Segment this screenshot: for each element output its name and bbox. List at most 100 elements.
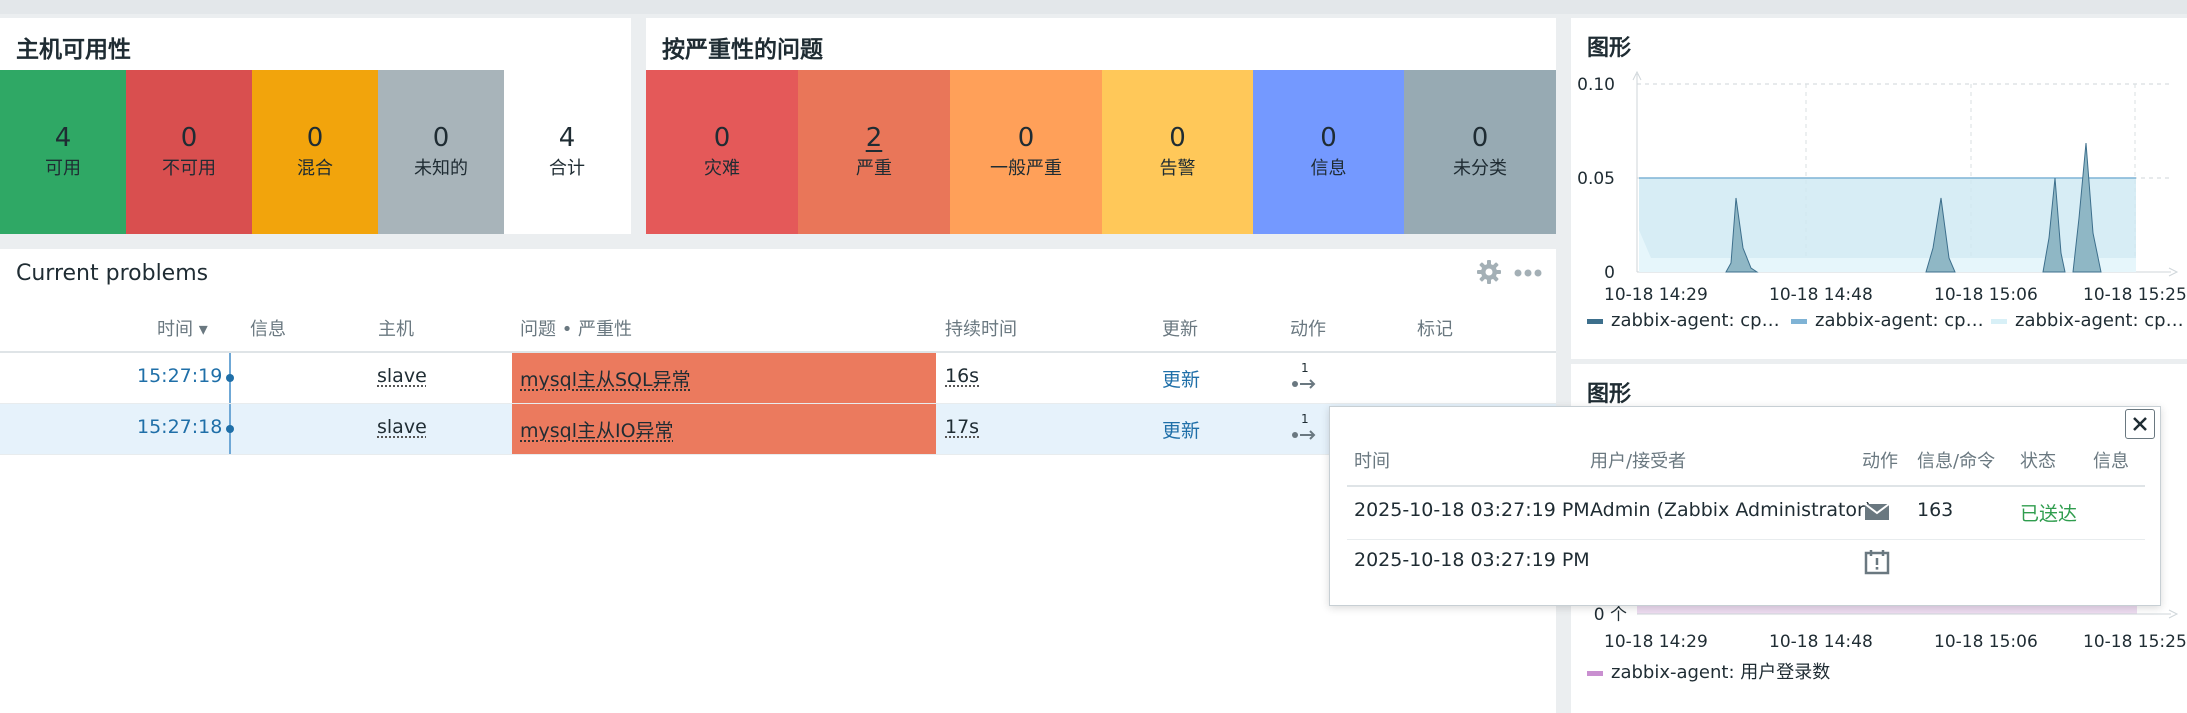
legend-item[interactable]: zabbix-agent: cp… bbox=[1991, 310, 2184, 331]
top-strip bbox=[0, 0, 2187, 14]
x-tick: 10-18 15:06 bbox=[1934, 285, 2038, 305]
close-button[interactable] bbox=[2125, 409, 2155, 439]
problem-link[interactable]: mysql主从IO异常 bbox=[520, 416, 674, 443]
column-info: 信息 bbox=[250, 319, 286, 340]
actions-button[interactable]: 1 bbox=[1290, 361, 1320, 395]
tile-value[interactable]: 2 bbox=[866, 122, 883, 154]
popup-row-status: 已送达 bbox=[2020, 503, 2078, 525]
popup-row-time: 2025-10-18 03:27:19 PM bbox=[1354, 549, 1590, 571]
host-link[interactable]: slave bbox=[377, 416, 427, 438]
tile-average[interactable]: 0 一般严重 bbox=[950, 70, 1102, 234]
graph-widget-cpu: 图形 0.10 0.05 0 10-18 14:29 10-18 14:48 1… bbox=[1571, 18, 2187, 359]
legend-swatch bbox=[1991, 318, 2007, 324]
x-tick: 10-18 15:06 bbox=[1934, 632, 2038, 652]
envelope-icon bbox=[1864, 503, 1890, 520]
popup-column-info: 信息 bbox=[2093, 451, 2129, 472]
tile-value: 0 bbox=[432, 123, 450, 153]
tile-value: 0 bbox=[1320, 123, 1337, 153]
duration-link[interactable]: 16s bbox=[945, 365, 979, 387]
legend-item[interactable]: zabbix-agent: 用户登录数 bbox=[1587, 658, 1830, 684]
table-row: 15:27:18 slave mysql主从IO异常 17s 更新 1 bbox=[0, 404, 1556, 455]
problem-link[interactable]: mysql主从SQL异常 bbox=[520, 365, 691, 392]
tile-unavailable[interactable]: 0 不可用 bbox=[126, 70, 252, 234]
column-duration: 持续时间 bbox=[945, 319, 1017, 340]
kebab-menu-icon[interactable] bbox=[1514, 269, 1542, 277]
actions-button[interactable]: 1 bbox=[1290, 412, 1320, 446]
actions-popup: 时间 用户/接受者 动作 信息/命令 状态 信息 2025-10-18 03:2… bbox=[1329, 406, 2161, 606]
problem-time-link[interactable]: 15:27:19 bbox=[137, 365, 222, 387]
popup-column-recipient: 用户/接受者 bbox=[1590, 451, 1687, 472]
tile-total[interactable]: 4 合计 bbox=[504, 70, 630, 234]
tile-information[interactable]: 0 信息 bbox=[1253, 70, 1404, 234]
popup-header-divider bbox=[1347, 485, 2145, 487]
popup-row-divider bbox=[1347, 539, 2145, 540]
close-icon bbox=[2133, 417, 2147, 431]
tile-warning[interactable]: 0 告警 bbox=[1102, 70, 1253, 234]
host-link[interactable]: slave bbox=[377, 365, 427, 387]
y-tick: 0 个 bbox=[1594, 605, 1627, 625]
graph-chart[interactable]: 0.10 0.05 0 10-18 14:29 10-18 14:48 10-1… bbox=[1571, 18, 2187, 308]
tile-label: 告警 bbox=[1159, 158, 1196, 179]
legend-swatch bbox=[1587, 670, 1603, 676]
column-update: 更新 bbox=[1162, 319, 1198, 340]
actions-count: 1 bbox=[1301, 361, 1309, 375]
problems-table-header: 时间 ▾ 信息 主机 问题 • 严重性 持续时间 更新 动作 标记 bbox=[0, 301, 1556, 353]
problem-cell: mysql主从IO异常 bbox=[512, 404, 936, 454]
calendar-alert-icon bbox=[1864, 550, 1890, 575]
table-row: 15:27:19 slave mysql主从SQL异常 16s 更新 1 bbox=[0, 353, 1556, 404]
update-link[interactable]: 更新 bbox=[1162, 365, 1200, 392]
legend-label: zabbix-agent: cp… bbox=[1815, 310, 1984, 331]
current-problems-widget: Current problems 时间 ▾ 信息 主机 问题 • 严重性 持续时… bbox=[0, 249, 1556, 713]
tile-value: 0 bbox=[180, 123, 198, 153]
tile-disaster[interactable]: 0 灾难 bbox=[646, 70, 798, 234]
host-availability-widget: 主机可用性 4 可用 0 不可用 0 混合 0 未知的 4 合计 bbox=[0, 18, 631, 234]
tile-label: 合计 bbox=[549, 158, 585, 179]
tile-not-classified[interactable]: 0 未分类 bbox=[1404, 70, 1556, 234]
update-link[interactable]: 更新 bbox=[1162, 416, 1200, 443]
problem-time-link[interactable]: 15:27:18 bbox=[137, 416, 222, 438]
widget-title: Current problems bbox=[16, 261, 209, 286]
legend-item[interactable]: zabbix-agent: cp… bbox=[1587, 310, 1780, 331]
column-host[interactable]: 主机 bbox=[378, 315, 414, 341]
problem-cell: mysql主从SQL异常 bbox=[512, 353, 936, 403]
widget-title: 按严重性的问题 bbox=[662, 37, 823, 63]
popup-row-message: 163 bbox=[1917, 499, 1954, 521]
popup-row-time: 2025-10-18 03:27:19 PM bbox=[1354, 499, 1590, 521]
y-tick: 0.10 bbox=[1577, 75, 1615, 95]
tile-label: 一般严重 bbox=[990, 158, 1062, 179]
tile-value: 4 bbox=[558, 123, 576, 153]
tile-label: 严重 bbox=[856, 158, 892, 179]
tile-value: 0 bbox=[1017, 123, 1035, 153]
tile-label: 可用 bbox=[45, 158, 81, 179]
column-time[interactable]: 时间 ▾ bbox=[157, 315, 208, 341]
tile-mixed[interactable]: 0 混合 bbox=[252, 70, 378, 234]
popup-row-recipient: Admin (Zabbix Administrator) bbox=[1590, 499, 1873, 521]
x-tick: 10-18 15:25 bbox=[2083, 632, 2187, 652]
timeline-dot bbox=[226, 425, 234, 433]
popup-column-action: 动作 bbox=[1862, 451, 1898, 472]
timeline-dot bbox=[226, 374, 234, 382]
tile-value: 0 bbox=[1471, 123, 1489, 153]
tile-label: 不可用 bbox=[162, 158, 216, 179]
legend-label: zabbix-agent: cp… bbox=[1611, 310, 1780, 331]
column-label: 时间 bbox=[157, 319, 193, 340]
gear-icon[interactable] bbox=[1476, 259, 1502, 285]
problems-by-severity-widget: 按严重性的问题 0 灾难 2 严重 0 一般严重 0 告警 0 信息 0 未分类 bbox=[646, 18, 1556, 234]
y-tick: 0.05 bbox=[1577, 169, 1615, 189]
legend-swatch bbox=[1587, 318, 1603, 324]
popup-column-time: 时间 bbox=[1354, 451, 1390, 472]
tile-value: 0 bbox=[306, 123, 324, 153]
popup-column-status: 状态 bbox=[2020, 451, 2056, 472]
tile-high[interactable]: 2 严重 bbox=[798, 70, 950, 234]
actions-count: 1 bbox=[1301, 412, 1309, 426]
widget-title: 主机可用性 bbox=[16, 37, 131, 63]
tile-unknown[interactable]: 0 未知的 bbox=[378, 70, 504, 234]
tile-available[interactable]: 4 可用 bbox=[0, 70, 126, 234]
tile-label: 未分类 bbox=[1453, 158, 1507, 179]
column-problem-severity[interactable]: 问题 • 严重性 bbox=[520, 315, 632, 341]
legend-item[interactable]: zabbix-agent: cp… bbox=[1791, 310, 1984, 331]
legend-label: zabbix-agent: cp… bbox=[2015, 310, 2184, 331]
legend-swatch bbox=[1791, 318, 1807, 324]
duration-link[interactable]: 17s bbox=[945, 416, 979, 438]
legend-label: zabbix-agent: 用户登录数 bbox=[1611, 662, 1831, 683]
